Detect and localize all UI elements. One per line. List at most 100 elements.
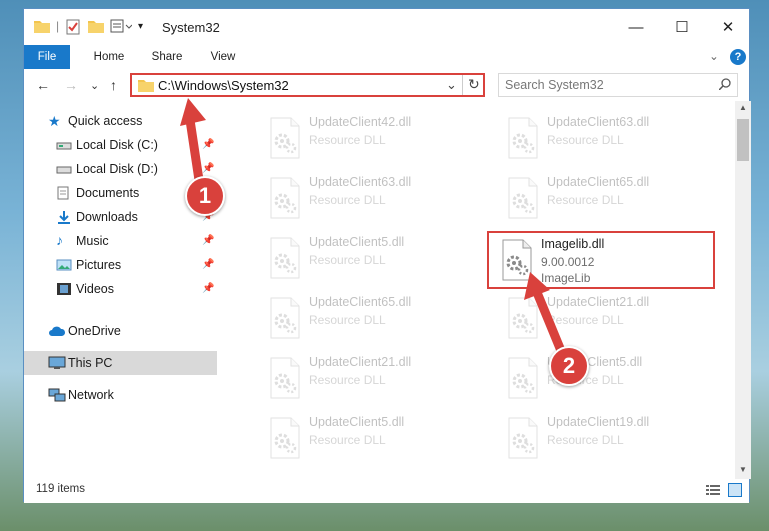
file-description: Resource DLL	[309, 313, 386, 327]
pin-icon: 📌	[202, 259, 215, 270]
pin-icon: 📌	[202, 283, 215, 294]
file-name: UpdateClient65.dll	[547, 175, 650, 189]
file-item[interactable]: UpdateClient5.dll Resource DLL	[257, 411, 487, 467]
sidebar-item-label: Local Disk (C:)	[76, 138, 158, 152]
sidebar-item-label: Videos	[76, 282, 114, 296]
dll-file-icon	[507, 117, 539, 159]
tab-home[interactable]: Home	[86, 45, 132, 69]
details-view-icon[interactable]	[706, 484, 720, 499]
new-folder-icon[interactable]	[88, 19, 104, 35]
file-name: UpdateClient42.dll	[309, 115, 412, 129]
file-description: Resource DLL	[309, 373, 386, 387]
star-icon: ★	[48, 113, 61, 129]
search-placeholder: Search System32	[505, 78, 604, 92]
address-path: C:\Windows\System32	[158, 78, 289, 93]
sidebar-item-label: Downloads	[76, 210, 138, 224]
file-name: Imagelib.dll	[541, 237, 605, 251]
ribbon-tabs: File Home Share View ⌄ ?	[24, 45, 749, 69]
maximize-button[interactable]: ☐	[659, 9, 705, 45]
help-icon[interactable]: ?	[730, 49, 746, 65]
file-item[interactable]: UpdateClient21.dll Resource DLL	[257, 351, 487, 407]
file-description: Resource DLL	[309, 253, 386, 267]
large-icons-view-icon[interactable]	[728, 483, 742, 497]
customize-toolbar-icon[interactable]	[110, 19, 133, 35]
scrollbar-thumb[interactable]	[737, 119, 749, 161]
sidebar-item-label: Music	[76, 234, 109, 248]
tab-file[interactable]: File	[24, 45, 70, 69]
file-description: Resource DLL	[547, 433, 624, 447]
sidebar-item-network[interactable]: Network	[24, 383, 217, 407]
sidebar-item-onedrive[interactable]: OneDrive	[24, 319, 217, 343]
file-description: Resource DLL	[309, 133, 386, 147]
sidebar-item-label: Documents	[76, 186, 140, 200]
properties-icon[interactable]	[66, 19, 80, 35]
file-name: UpdateClient5.dll	[309, 235, 405, 249]
title-bar: | ▾ System32 — ☐ ✕	[24, 9, 749, 45]
documents-icon	[56, 186, 72, 200]
file-item[interactable]: UpdateClient63.dll Resource DLL	[257, 171, 487, 227]
search-icon	[718, 78, 731, 93]
downloads-icon	[56, 210, 72, 224]
vertical-scrollbar[interactable]: ▲ ▼	[735, 101, 751, 479]
recent-locations-button[interactable]: ⌄	[90, 79, 99, 92]
sidebar-item-videos[interactable]: Videos 📌	[24, 277, 217, 301]
network-icon	[48, 388, 66, 402]
minimize-button[interactable]: —	[613, 9, 659, 45]
sidebar-item-pictures[interactable]: Pictures 📌	[24, 253, 217, 277]
scroll-up-icon[interactable]: ▲	[739, 103, 747, 112]
dll-file-icon	[269, 297, 301, 339]
sidebar-item-label: OneDrive	[68, 324, 121, 338]
scroll-down-icon[interactable]: ▼	[739, 465, 747, 474]
file-description: Resource DLL	[309, 193, 386, 207]
refresh-button[interactable]: ↻	[468, 76, 480, 93]
sidebar-item-music[interactable]: ♪ Music 📌	[24, 229, 217, 253]
dll-file-icon	[269, 237, 301, 279]
file-name: UpdateClient21.dll	[309, 355, 412, 369]
sidebar-item-label: Pictures	[76, 258, 122, 272]
dll-file-icon	[269, 117, 301, 159]
file-description: Resource DLL	[547, 133, 624, 147]
search-input[interactable]: Search System32	[498, 73, 738, 97]
file-item[interactable]: UpdateClient19.dll Resource DLL	[495, 411, 725, 467]
navigation-bar: ← → ⌄ ↑ C:\Windows\System32 ⌄ ↻ Search S…	[24, 69, 749, 102]
up-button[interactable]: ↑	[110, 77, 117, 93]
folder-icon	[34, 19, 50, 35]
file-explorer-window: | ▾ System32 — ☐ ✕ File Home Share View …	[23, 8, 751, 503]
separator: |	[56, 19, 60, 33]
sidebar-item-label: Network	[68, 388, 114, 402]
sidebar-item-label: Local Disk (D:)	[76, 162, 158, 176]
step-badge-2: 2	[549, 346, 589, 386]
close-button[interactable]: ✕	[705, 9, 751, 45]
sidebar-item-this-pc[interactable]: This PC	[24, 351, 217, 375]
file-list: UpdateClient42.dll Resource DLL UpdateClie…	[217, 101, 735, 473]
item-count: 119 items	[36, 483, 86, 495]
music-icon: ♪	[56, 232, 63, 248]
forward-button[interactable]: →	[64, 77, 78, 93]
file-description: 9.00.0012	[541, 255, 595, 269]
dll-file-icon	[269, 357, 301, 399]
address-dropdown-icon[interactable]: ⌄	[446, 77, 457, 93]
sidebar-item-label: Quick access	[68, 114, 143, 128]
pictures-icon	[56, 258, 72, 272]
computer-icon	[48, 356, 66, 370]
cloud-icon	[48, 324, 66, 338]
tab-view[interactable]: View	[200, 45, 246, 69]
file-item[interactable]: UpdateClient65.dll Resource DLL	[495, 171, 725, 227]
divider	[462, 75, 463, 95]
file-name: UpdateClient65.dll	[309, 295, 412, 309]
expand-ribbon-icon[interactable]: ⌄	[706, 45, 722, 69]
back-button[interactable]: ←	[36, 77, 50, 93]
dll-file-icon	[507, 417, 539, 459]
file-item[interactable]: UpdateClient5.dll Resource DLL	[257, 231, 487, 287]
quick-access-dropdown-icon[interactable]: ▾	[138, 21, 143, 37]
file-item[interactable]: UpdateClient65.dll Resource DLL	[257, 291, 487, 347]
videos-icon	[56, 282, 72, 296]
drive-icon	[56, 162, 72, 176]
file-description: Resource DLL	[309, 433, 386, 447]
file-item[interactable]: UpdateClient63.dll Resource DLL	[495, 111, 725, 167]
status-bar: 119 items	[24, 479, 749, 503]
file-name: UpdateClient63.dll	[547, 115, 650, 129]
drive-icon	[56, 138, 72, 152]
file-item[interactable]: UpdateClient42.dll Resource DLL	[257, 111, 487, 167]
tab-share[interactable]: Share	[144, 45, 190, 69]
